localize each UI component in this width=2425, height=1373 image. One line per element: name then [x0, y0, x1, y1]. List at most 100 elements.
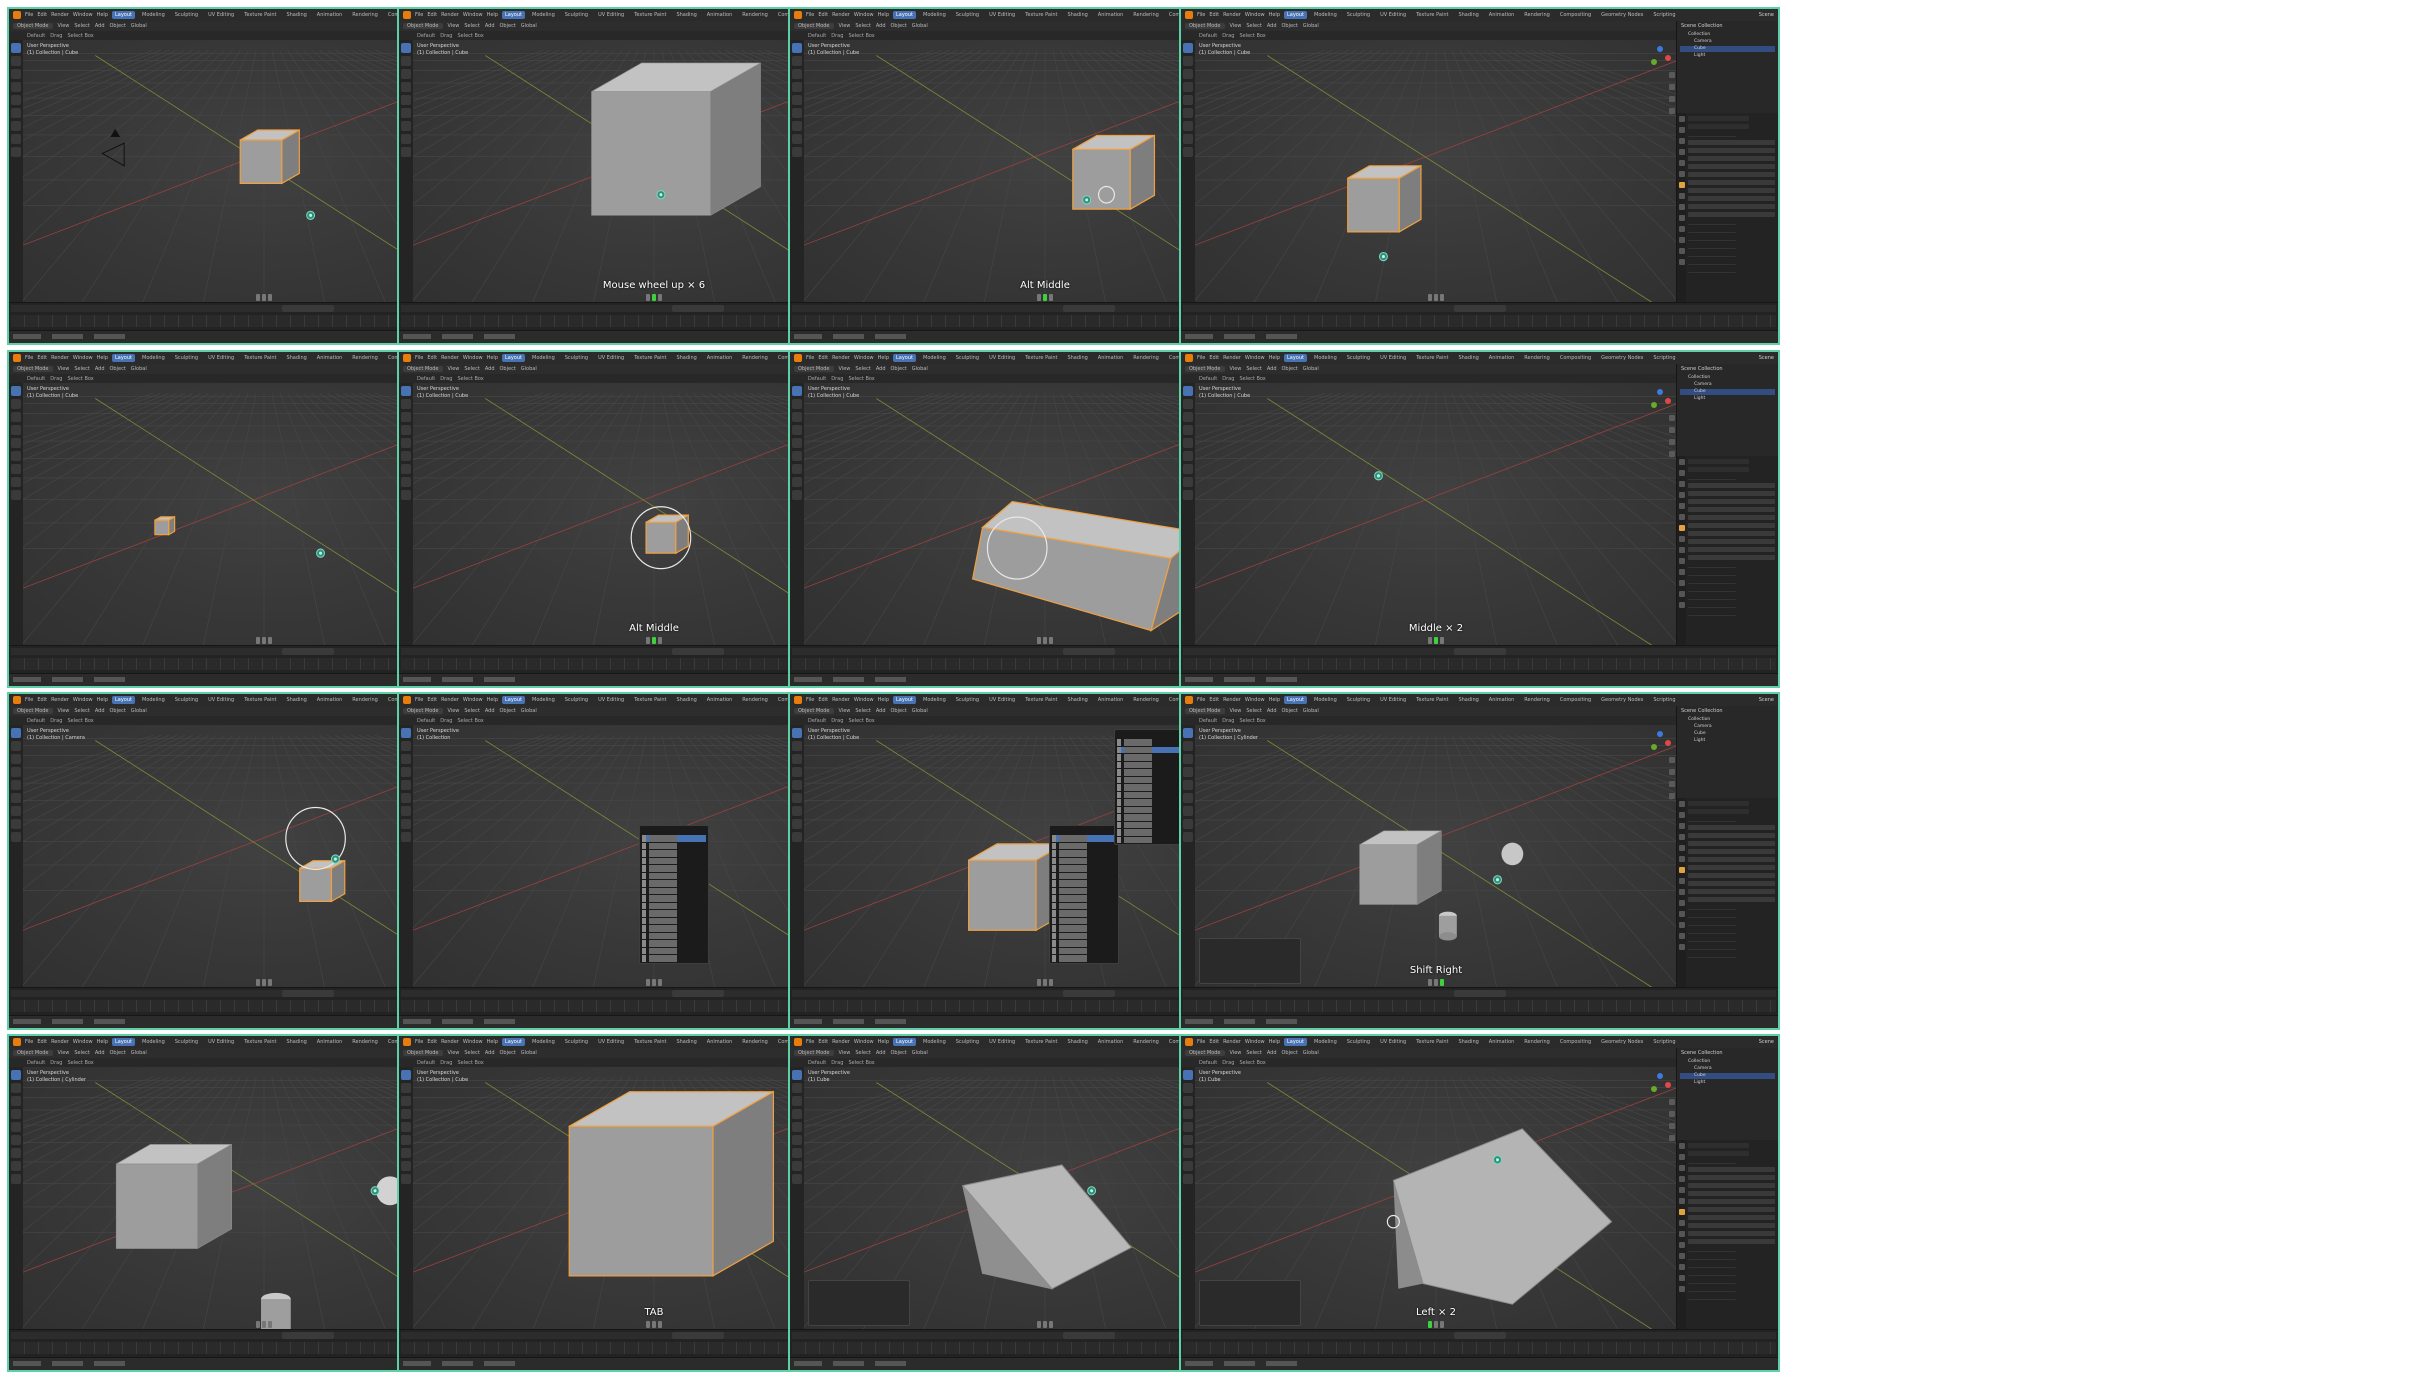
- transform-orientation[interactable]: Global: [1303, 366, 1319, 372]
- transform-icon[interactable]: [11, 793, 21, 803]
- rotate-icon[interactable]: [11, 767, 21, 777]
- rotate-icon[interactable]: [792, 1109, 802, 1119]
- navigation-gizmo-icon[interactable]: [1649, 731, 1671, 753]
- viewport-menu-add[interactable]: Add: [876, 1050, 886, 1056]
- transform-orientation[interactable]: Global: [1303, 1050, 1319, 1056]
- property-field[interactable]: [1688, 507, 1775, 512]
- viewport-menu-select[interactable]: Select: [1246, 1050, 1261, 1056]
- workspace-tab[interactable]: UV Editing: [205, 354, 237, 362]
- workspace-tab[interactable]: Rendering: [349, 696, 381, 704]
- menu-file[interactable]: File: [806, 355, 814, 361]
- workspace-tab[interactable]: Scripting: [1650, 354, 1678, 362]
- tool-setting-drag[interactable]: Drag: [440, 1060, 452, 1066]
- menu-help[interactable]: Help: [97, 355, 108, 361]
- workspace-tab[interactable]: Modeling: [529, 696, 558, 704]
- particles-tab-icon[interactable]: [1678, 889, 1685, 895]
- tool-setting-select-box[interactable]: Select Box: [1239, 1060, 1265, 1066]
- select-box-icon[interactable]: [792, 1070, 802, 1080]
- frame-ruler[interactable]: [1183, 315, 1776, 327]
- workspace-tab[interactable]: Modeling: [529, 11, 558, 19]
- move-icon[interactable]: [401, 412, 411, 422]
- annotate-icon[interactable]: [11, 1148, 21, 1158]
- panel-section[interactable]: [1688, 1247, 1736, 1252]
- tool-setting-orientation[interactable]: Default: [417, 718, 435, 724]
- cursor-icon[interactable]: [11, 1083, 21, 1093]
- select-box-icon[interactable]: [1183, 728, 1193, 738]
- workspace-tab[interactable]: Animation: [1486, 696, 1518, 704]
- viewport-menu-object[interactable]: Object: [891, 366, 907, 372]
- panel-section[interactable]: [1688, 236, 1736, 241]
- constraints-tab-icon[interactable]: [1678, 1253, 1685, 1259]
- workspace-tab[interactable]: Scripting: [1650, 11, 1678, 19]
- workspace-tab[interactable]: Rendering: [1521, 696, 1553, 704]
- workspace-tab[interactable]: Compositing: [1557, 696, 1594, 704]
- select-box-icon[interactable]: [792, 728, 802, 738]
- panel-section[interactable]: [1688, 817, 1736, 822]
- menu-item[interactable]: [1117, 769, 1181, 776]
- viewport-menu-object[interactable]: Object: [1282, 1050, 1298, 1056]
- workspace-tab[interactable]: Shading: [673, 11, 699, 19]
- viewport-menu-add[interactable]: Add: [876, 708, 886, 714]
- playback-controls[interactable]: [1062, 990, 1115, 997]
- blender-logo-icon[interactable]: [1185, 354, 1193, 362]
- scene-selector[interactable]: Scene: [1759, 697, 1774, 703]
- menu-window[interactable]: Window: [854, 1039, 874, 1045]
- menu-help[interactable]: Help: [878, 697, 889, 703]
- scale-icon[interactable]: [11, 780, 21, 790]
- menu-help[interactable]: Help: [97, 1039, 108, 1045]
- workspace-tab[interactable]: Layout: [112, 11, 135, 19]
- particles-tab-icon[interactable]: [1678, 204, 1685, 210]
- viewport-menu-view[interactable]: View: [839, 23, 851, 29]
- object-tab-icon[interactable]: [1678, 867, 1685, 873]
- tool-setting-drag[interactable]: Drag: [831, 1060, 843, 1066]
- frame-ruler[interactable]: [1183, 1000, 1776, 1012]
- outliner-item[interactable]: Light: [1680, 53, 1775, 59]
- tool-setting-orientation[interactable]: Default: [27, 376, 45, 382]
- add-cube-icon[interactable]: [1183, 147, 1193, 157]
- tool-setting-orientation[interactable]: Default: [27, 33, 45, 39]
- rotate-icon[interactable]: [401, 425, 411, 435]
- outliner-item[interactable]: Cube: [1680, 731, 1775, 737]
- add-cube-icon[interactable]: [1183, 832, 1193, 842]
- tool-setting-select-box[interactable]: Select Box: [457, 376, 483, 382]
- workspace-tab[interactable]: Animation: [1095, 1038, 1127, 1046]
- mode-dropdown[interactable]: Object Mode: [403, 23, 443, 29]
- operator-panel[interactable]: [808, 1280, 910, 1326]
- playback-controls[interactable]: [1453, 305, 1506, 312]
- workspace-tab[interactable]: Compositing: [1557, 11, 1594, 19]
- menu-render[interactable]: Render: [832, 1039, 850, 1045]
- viewport-menu-object[interactable]: Object: [1282, 366, 1298, 372]
- workspace-tab[interactable]: Compositing: [1557, 354, 1594, 362]
- panel-section[interactable]: [1688, 913, 1736, 918]
- menu-file[interactable]: File: [806, 12, 814, 18]
- outliner-collection[interactable]: Collection: [1680, 32, 1775, 38]
- panel-section[interactable]: [1688, 611, 1736, 616]
- menu-render[interactable]: Render: [51, 355, 69, 361]
- view-layer-tab-icon[interactable]: [1678, 1176, 1685, 1182]
- menu-edit[interactable]: Edit: [37, 697, 47, 703]
- mesh-submenu[interactable]: [1114, 729, 1184, 845]
- playback-controls[interactable]: [671, 1332, 724, 1339]
- menu-file[interactable]: File: [415, 355, 423, 361]
- menu-file[interactable]: File: [415, 697, 423, 703]
- workspace-tab[interactable]: Sculpting: [562, 11, 591, 19]
- workspace-tab[interactable]: Geometry Nodes: [1598, 11, 1646, 19]
- zoom-icon[interactable]: [1669, 72, 1675, 78]
- annotate-icon[interactable]: [11, 464, 21, 474]
- menu-item[interactable]: [642, 940, 706, 947]
- workspace-tab[interactable]: Modeling: [1311, 354, 1340, 362]
- workspace-tab[interactable]: UV Editing: [986, 1038, 1018, 1046]
- viewport-menu-view[interactable]: View: [1230, 708, 1242, 714]
- annotate-icon[interactable]: [401, 464, 411, 474]
- workspace-tab[interactable]: Animation: [704, 696, 736, 704]
- menu-edit[interactable]: Edit: [818, 12, 828, 18]
- menu-item[interactable]: [1052, 835, 1116, 842]
- cursor-icon[interactable]: [1183, 56, 1193, 66]
- workspace-tab[interactable]: Shading: [673, 354, 699, 362]
- workspace-tab[interactable]: Texture Paint: [1022, 11, 1060, 19]
- workspace-tab[interactable]: Modeling: [139, 696, 168, 704]
- output-tab-icon[interactable]: [1678, 138, 1685, 144]
- workspace-tab[interactable]: Rendering: [739, 11, 771, 19]
- workspace-tab[interactable]: Modeling: [139, 11, 168, 19]
- tool-setting-orientation[interactable]: Default: [27, 1060, 45, 1066]
